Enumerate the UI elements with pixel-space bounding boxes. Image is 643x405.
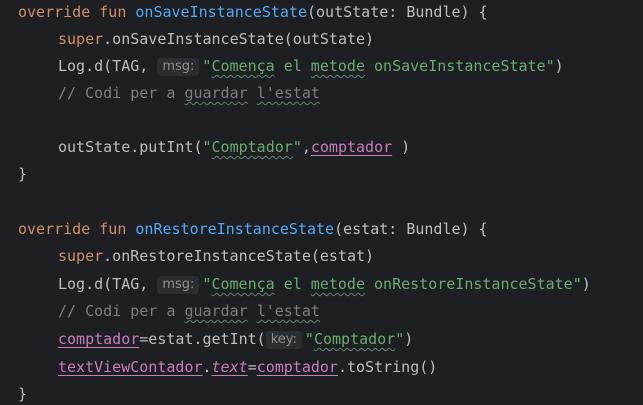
string-part: onRestoreInstanceState" [364, 275, 582, 293]
code-line-13[interactable]: comptador=estat.getInt(key: "Comptador") [18, 328, 413, 350]
spelling-word[interactable]: metode [311, 57, 365, 75]
code-text: .onRestoreInstanceState(estat) [103, 247, 375, 265]
keyword-override: override [18, 3, 91, 21]
code-text: ) [581, 275, 591, 293]
closing-brace: } [18, 165, 28, 183]
spelling-word[interactable]: metode [311, 275, 365, 293]
spelling-word[interactable]: Comença [211, 275, 274, 293]
spelling-word[interactable]: l'estat [257, 84, 320, 102]
param-hint-msg: msg: [157, 276, 200, 294]
comment-text: // Codi per a [58, 84, 185, 102]
string-part: " [202, 138, 212, 156]
code-line-15[interactable]: } [18, 383, 27, 405]
code-text: ) [392, 138, 411, 156]
string-literal: "Comptador" [305, 330, 404, 348]
string-part: " [304, 330, 314, 348]
string-part: " [395, 330, 405, 348]
spelling-word[interactable]: guardar [184, 302, 247, 320]
code-text: . [202, 358, 212, 376]
code-line-7[interactable]: } [18, 163, 27, 185]
code-line-14[interactable]: textViewContador.text=comptador.toString… [18, 356, 437, 378]
comment-text [248, 302, 257, 320]
keyword-super: super [58, 30, 104, 48]
string-literal: "Comença el metode onRestoreInstanceStat… [202, 275, 581, 293]
code-text: = [247, 358, 257, 376]
code-text: .onSaveInstanceState(outState) [103, 30, 375, 48]
code-line-6[interactable]: outState.putInt("Comptador",comptador ) [18, 136, 410, 158]
code-line-4[interactable]: // Codi per a guardar l'estat [18, 82, 320, 104]
comment-text: // Codi per a [58, 302, 185, 320]
string-literal: "Comença el metode onSaveInstanceState" [202, 57, 554, 75]
code-line-12[interactable]: // Codi per a guardar l'estat [18, 300, 320, 322]
code-line-10[interactable]: super.onRestoreInstanceState(estat) [18, 245, 374, 267]
code-text: .toString() [337, 358, 438, 376]
property-reference[interactable]: text [212, 358, 248, 376]
property-reference[interactable]: comptador [257, 358, 338, 376]
keyword-super: super [58, 247, 104, 265]
code-text: =estat.getInt( [139, 330, 266, 348]
spelling-word[interactable]: Comença [211, 57, 274, 75]
property-reference[interactable]: textViewContador [58, 358, 203, 376]
code-text: Log.d(TAG, [58, 275, 158, 293]
keyword-fun: fun [99, 220, 127, 238]
param-hint-msg: msg: [157, 58, 200, 76]
code-line-2[interactable]: super.onSaveInstanceState(outState) [18, 28, 374, 50]
param-hint-key: key: [265, 331, 302, 349]
code-text: (outState: Bundle) { [307, 3, 488, 21]
spelling-word[interactable]: Comptador [212, 138, 293, 156]
string-part: " [292, 138, 302, 156]
code-editor[interactable]: override fun onSaveInstanceState(outStat… [0, 0, 643, 405]
closing-brace: } [18, 385, 28, 403]
code-text: (estat: Bundle) { [334, 220, 488, 238]
string-part: el [274, 57, 311, 75]
function-name: onRestoreInstanceState [135, 220, 335, 238]
string-part: el [274, 275, 311, 293]
code-line-11[interactable]: Log.d(TAG, msg: "Comença el metode onRest… [18, 273, 591, 295]
code-line-3[interactable]: Log.d(TAG, msg: "Comença el metode onSave… [18, 55, 564, 77]
spelling-word[interactable]: l'estat [257, 302, 320, 320]
function-name: onSaveInstanceState [135, 3, 307, 21]
property-reference[interactable]: comptador [58, 330, 139, 348]
comment-text [248, 84, 257, 102]
keyword-fun: fun [99, 3, 127, 21]
code-line-1[interactable]: override fun onSaveInstanceState(outStat… [18, 1, 488, 23]
code-text: ) [554, 57, 564, 75]
code-text: ) [404, 330, 414, 348]
code-text: outState.putInt( [58, 138, 203, 156]
code-text: , [301, 138, 311, 156]
code-line-9[interactable]: override fun onRestoreInstanceState(esta… [18, 218, 488, 240]
keyword-override: override [18, 220, 91, 238]
string-part: onSaveInstanceState" [364, 57, 555, 75]
spelling-word[interactable]: Comptador [314, 330, 395, 348]
spelling-word[interactable]: guardar [184, 84, 247, 102]
property-reference[interactable]: comptador [311, 138, 392, 156]
string-literal: "Comptador" [203, 138, 302, 156]
code-text: Log.d(TAG, [58, 57, 158, 75]
